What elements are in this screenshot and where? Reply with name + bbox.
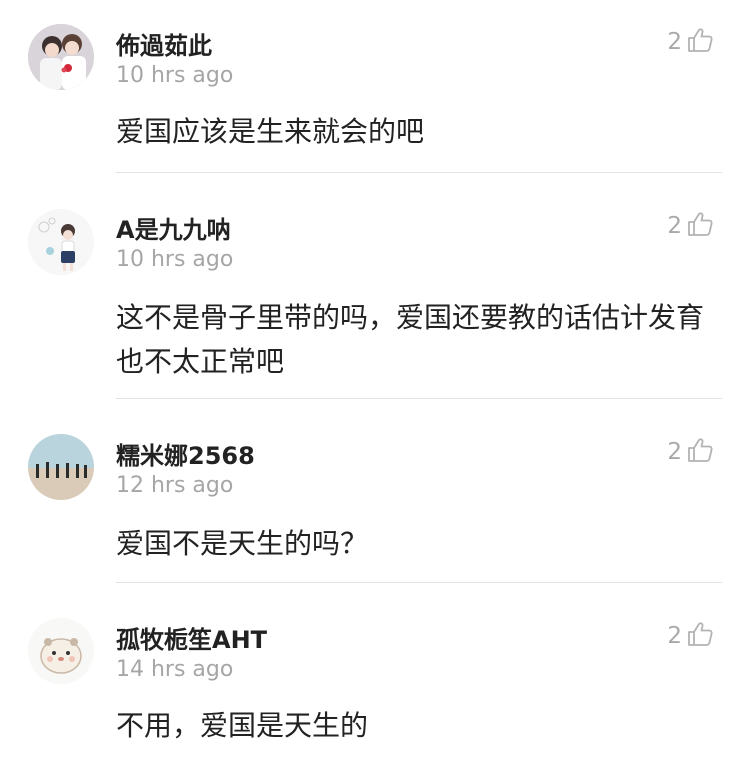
divider bbox=[116, 172, 722, 173]
username[interactable]: 佈過茹此 bbox=[116, 26, 212, 61]
like-button[interactable]: 2 bbox=[667, 210, 714, 242]
avatar[interactable] bbox=[28, 434, 94, 500]
thumbs-up-icon bbox=[686, 26, 714, 58]
comment-text: 这不是骨子里带的吗，爱国还要教的话估计发育也不太正常吧 bbox=[116, 301, 705, 378]
timestamp: 10 hrs ago bbox=[116, 63, 234, 88]
comment-text: 爱国不是天生的吗？ bbox=[116, 527, 369, 560]
timestamp: 14 hrs ago bbox=[116, 657, 234, 682]
username[interactable]: 孤牧栀笙AHT bbox=[116, 620, 267, 655]
like-button[interactable]: 2 bbox=[667, 436, 714, 468]
like-count: 2 bbox=[667, 439, 682, 465]
avatar[interactable] bbox=[28, 209, 94, 275]
divider bbox=[116, 398, 722, 399]
thumbs-up-icon bbox=[686, 210, 714, 242]
timestamp: 10 hrs ago bbox=[116, 247, 234, 272]
comment-text: 不用，爱国是天生的 bbox=[116, 709, 369, 742]
girl-illustration-avatar-icon bbox=[28, 209, 94, 275]
thumbs-up-icon bbox=[686, 436, 714, 468]
like-count: 2 bbox=[667, 29, 682, 55]
username[interactable]: 糯米娜2568 bbox=[116, 436, 255, 471]
comment-text: 爱国应该是生来就会的吧 bbox=[116, 115, 425, 148]
avatar[interactable] bbox=[28, 24, 94, 90]
couple-avatar-icon bbox=[28, 24, 94, 90]
divider bbox=[116, 582, 722, 583]
like-count: 2 bbox=[667, 213, 682, 239]
avatar[interactable] bbox=[28, 618, 94, 684]
like-count: 2 bbox=[667, 623, 682, 649]
like-button[interactable]: 2 bbox=[667, 620, 714, 652]
like-button[interactable]: 2 bbox=[667, 26, 714, 58]
hamster-avatar-icon bbox=[28, 618, 94, 684]
thumbs-up-icon bbox=[686, 620, 714, 652]
beach-group-avatar-icon bbox=[28, 434, 94, 500]
username[interactable]: A是九九呐 bbox=[116, 210, 231, 245]
timestamp: 12 hrs ago bbox=[116, 473, 234, 498]
